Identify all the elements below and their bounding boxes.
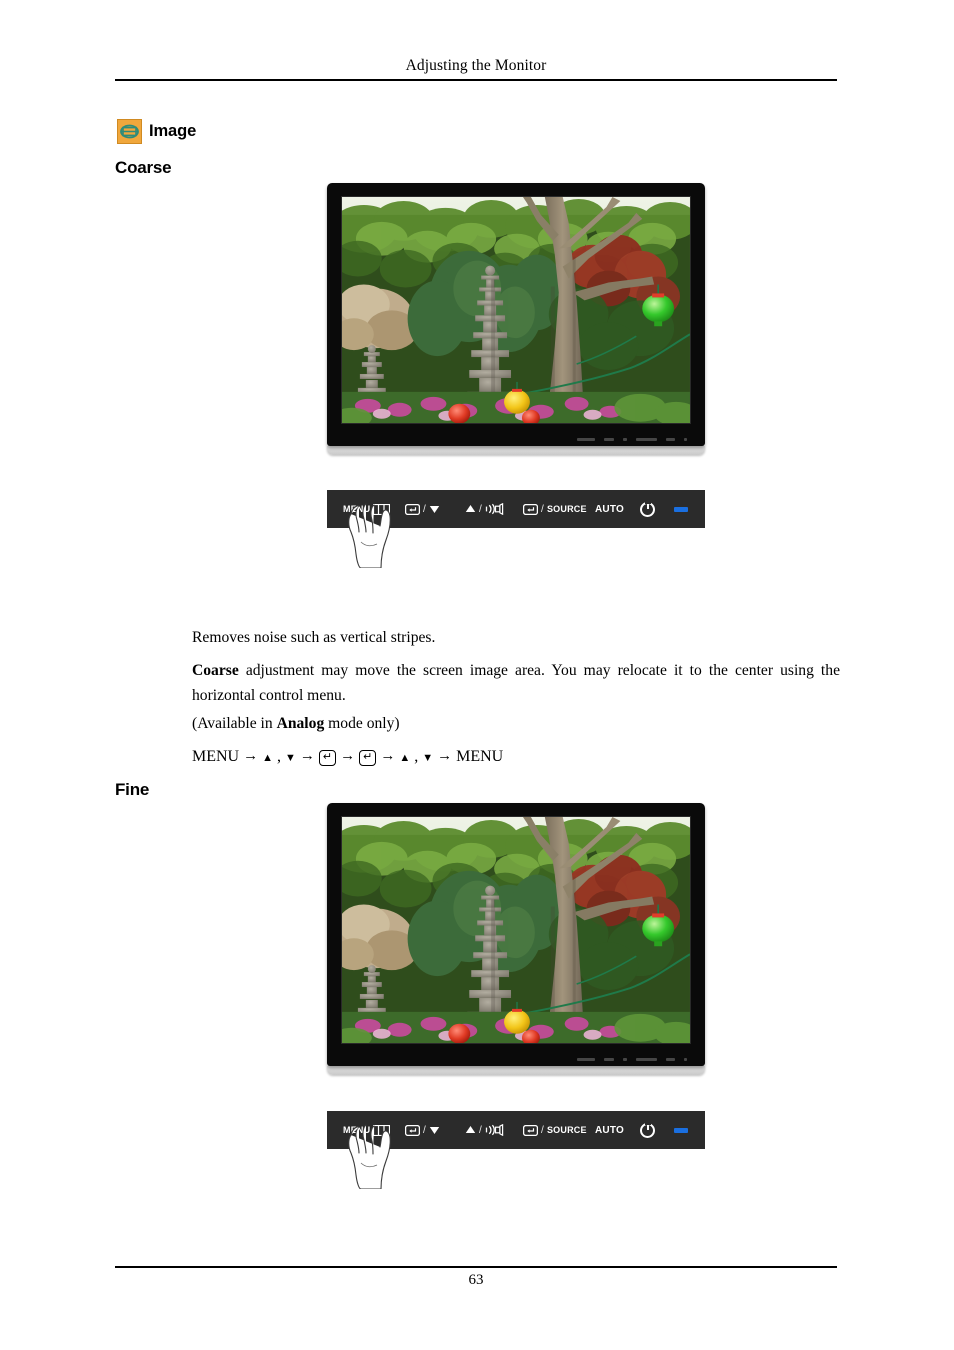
section-heading-image: Image [117, 119, 196, 144]
menu-path-sequence: MENU → ▲ , ▼ → ↵ → ↵ → ▲ , ▼ → MENU [192, 744, 840, 769]
arrow-icon: → [243, 748, 259, 764]
document-page: Adjusting the Monitor Image Coarse MENU … [0, 0, 954, 1350]
source-button-label: SOURCE [546, 1125, 587, 1135]
monitor-bezel [327, 183, 705, 446]
availability-bold-term: Analog [276, 715, 325, 732]
menu-bars-icon [373, 1124, 391, 1136]
triangle-down-icon: ▼ [422, 752, 434, 764]
monitor-screen [341, 816, 691, 1044]
coarse-description-rest: adjustment may move the screen image are… [192, 662, 840, 704]
red-lantern-center [448, 403, 471, 423]
triangle-down-icon [429, 506, 440, 513]
triangle-down-icon: ▼ [285, 752, 296, 764]
source-button[interactable]: / SOURCE [523, 1124, 587, 1136]
enter-key-icon [405, 503, 420, 515]
monitor-bezel-button-labels [577, 438, 687, 441]
footer-divider [115, 1266, 837, 1268]
enter-key-icon: ↵ [359, 749, 377, 766]
enter-key-icon [523, 503, 538, 515]
page-header-title: Adjusting the Monitor [405, 57, 547, 74]
enter-key-icon [523, 1124, 538, 1136]
power-led-indicator [674, 1127, 688, 1133]
monitor-figure-fine [327, 803, 705, 1075]
triangle-down-icon [429, 1127, 440, 1134]
paragraph-availability: (Available in Analog mode only) [192, 711, 840, 736]
section-label: Image [149, 122, 197, 140]
arrow-icon: → [340, 748, 356, 764]
auto-button[interactable]: AUTO [595, 504, 624, 515]
enter-key-icon: ↵ [318, 749, 337, 766]
coarse-bold-term: Coarse [192, 662, 239, 679]
arrow-icon: → [299, 748, 315, 764]
triangle-up-icon [465, 1126, 476, 1133]
paragraph-coarse-description: Coarse adjustment may move the screen im… [192, 658, 840, 708]
availability-suffix: mode only) [324, 715, 400, 732]
red-lantern-center [448, 1023, 471, 1043]
menu-bars-icon [373, 503, 391, 515]
control-bar: MENU / / / SOURCE AUTO [327, 490, 705, 528]
enter-down-button[interactable]: / [405, 503, 440, 515]
power-button[interactable] [640, 1120, 655, 1138]
image-settings-icon [117, 119, 142, 144]
control-bar: MENU / / / SOURCE AUTO [327, 1111, 705, 1149]
menu-button-label: MENU [343, 504, 371, 514]
auto-button-label: AUTO [595, 503, 624, 515]
monitor-control-panel-fine: MENU / / / SOURCE AUTO [327, 1111, 705, 1189]
arrow-icon: → [380, 748, 396, 764]
monitor-figure-coarse [327, 183, 705, 455]
monitor-bezel [327, 803, 705, 1066]
menu-path-comma: , [414, 748, 419, 765]
source-button[interactable]: / SOURCE [523, 503, 587, 515]
monitor-bezel-button-labels [577, 1058, 687, 1061]
subheading-fine: Fine [115, 780, 150, 799]
led-indicator-icon [674, 1127, 688, 1133]
page-number: 63 [468, 1272, 484, 1288]
header-divider [115, 79, 837, 81]
up-volume-button[interactable]: / [465, 503, 504, 515]
garden-photo [342, 817, 690, 1043]
menu-path-comma: , [277, 748, 281, 765]
triangle-up-icon: ▲ [399, 752, 411, 764]
speaker-icon [485, 1124, 504, 1136]
auto-button[interactable]: AUTO [595, 1125, 624, 1136]
menu-button-label: MENU [343, 1125, 371, 1135]
availability-prefix: (Available in [192, 715, 277, 732]
monitor-control-panel-coarse: MENU / / / SOURCE AUTO [327, 490, 705, 568]
menu-path-start: MENU [192, 748, 240, 765]
speaker-icon [485, 503, 504, 515]
garden-photo [342, 197, 690, 423]
source-button-label: SOURCE [546, 504, 587, 514]
enter-down-button[interactable]: / [405, 1124, 440, 1136]
menu-path-end: MENU [456, 748, 504, 765]
power-button[interactable] [640, 499, 655, 517]
power-led-indicator [674, 506, 688, 512]
monitor-screen [341, 196, 691, 424]
power-icon [640, 1120, 655, 1138]
triangle-up-icon: ▲ [262, 752, 273, 764]
paragraph-coarse-intro: Removes noise such as vertical stripes. [192, 629, 436, 646]
led-indicator-icon [674, 506, 688, 512]
up-volume-button[interactable]: / [465, 1124, 504, 1136]
monitor-base [327, 1066, 705, 1075]
auto-button-label: AUTO [595, 1124, 624, 1136]
menu-button[interactable]: MENU [343, 1124, 391, 1136]
monitor-base [327, 446, 705, 455]
paragraph-menu-path: MENU → ▲ , ▼ → ↵ → ↵ → ▲ , ▼ → MENU [192, 744, 840, 769]
arrow-icon: → [437, 748, 453, 764]
power-icon [640, 499, 655, 517]
menu-button[interactable]: MENU [343, 503, 391, 515]
subheading-coarse: Coarse [115, 158, 172, 177]
enter-key-icon [405, 1124, 420, 1136]
triangle-up-icon [465, 505, 476, 512]
